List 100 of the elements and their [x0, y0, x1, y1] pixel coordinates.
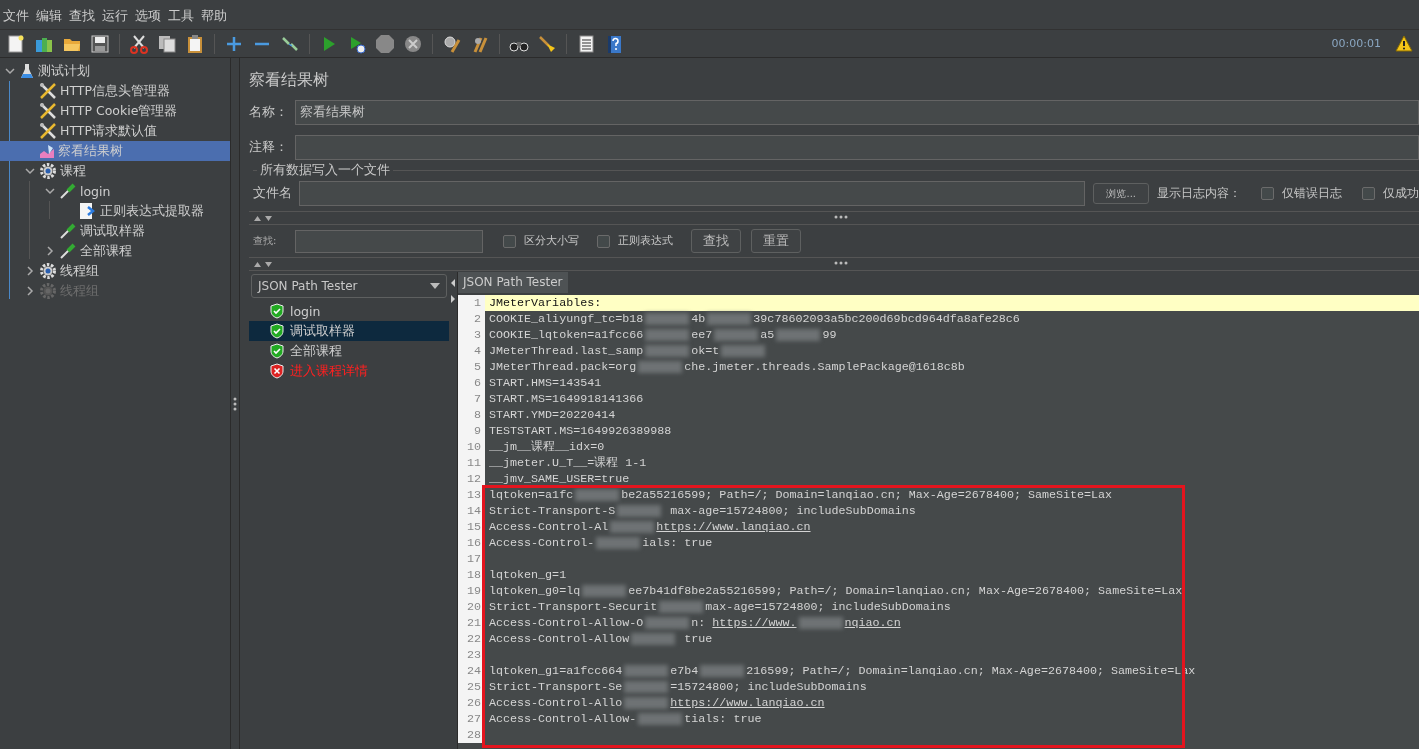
- checkbox[interactable]: [1362, 187, 1375, 200]
- new-file-icon[interactable]: [6, 33, 26, 54]
- broom-gear-icon[interactable]: [442, 33, 462, 54]
- tree-row[interactable]: 全部课程: [0, 241, 230, 261]
- code-text: max-age=15724800; includeSubDomains: [669, 503, 916, 519]
- filename-field[interactable]: [299, 181, 1086, 206]
- arrows-icon[interactable]: [450, 278, 456, 304]
- line-number: 8: [458, 407, 485, 423]
- blurred-text: [714, 329, 759, 341]
- tree-row[interactable]: 课程: [0, 161, 230, 181]
- link[interactable]: https://www.: [712, 615, 797, 631]
- elapsed-time: 00:00:01: [1331, 37, 1381, 50]
- result-item[interactable]: login: [249, 301, 449, 321]
- collapse-arrows-icon[interactable]: [253, 214, 273, 222]
- code-text: JMeterVariables:: [489, 295, 602, 311]
- tree-row[interactable]: 测试计划: [0, 61, 230, 81]
- tree-item-label: 测试计划: [38, 62, 90, 80]
- tree-row[interactable]: 线程组: [0, 261, 230, 281]
- tree-row[interactable]: HTTP Cookie管理器: [0, 101, 230, 121]
- reset-button[interactable]: 重置: [751, 229, 801, 253]
- field-label: 注释：: [249, 139, 287, 156]
- collapse-arrows-icon[interactable]: [253, 260, 273, 268]
- menu-item[interactable]: 编辑: [36, 8, 62, 25]
- tree-item-label: HTTP请求默认值: [60, 122, 157, 140]
- code-text: lqtoken_g1=a1fcc664: [489, 663, 623, 679]
- menu-item[interactable]: 运行: [102, 8, 128, 25]
- grip-dots-icon[interactable]: [834, 215, 848, 219]
- menu-item[interactable]: 文件: [3, 8, 29, 25]
- menu-item[interactable]: 帮助: [201, 8, 227, 25]
- link[interactable]: nqiao.cn: [844, 615, 901, 631]
- document-arrow-icon: [79, 202, 97, 220]
- tree-item-label: 正则表达式提取器: [100, 202, 204, 220]
- tools-icon: [39, 122, 57, 140]
- code-text: ok=t: [691, 343, 720, 359]
- result-item[interactable]: 调试取样器: [249, 321, 449, 341]
- panel-title: 察看结果树: [249, 70, 330, 91]
- chevron-icon[interactable]: [44, 245, 56, 257]
- search-field[interactable]: [295, 229, 483, 253]
- name-field[interactable]: 察看结果树: [295, 100, 1419, 125]
- broom-icon[interactable]: [537, 33, 557, 54]
- tree-row[interactable]: 正则表达式提取器: [0, 201, 230, 221]
- line-number: 2: [458, 311, 485, 327]
- code-text: =15724800; includeSubDomains: [670, 679, 867, 695]
- chevron-icon[interactable]: [44, 185, 56, 197]
- tools-icon: [39, 82, 57, 100]
- code-text: Access-Control-Allow-O: [489, 615, 644, 631]
- menu-item[interactable]: 选项: [135, 8, 161, 25]
- code-text: START.HMS=143541: [489, 375, 602, 391]
- blurred-text: [638, 361, 683, 373]
- result-item[interactable]: 全部课程: [249, 341, 449, 361]
- checkbox[interactable]: [1261, 187, 1274, 200]
- line-number: 1: [458, 295, 485, 311]
- code-text: be2a55216599; Path=/; Domain=lanqiao.cn; Max-Age=2678400; SameSite=Lax: [621, 487, 1113, 503]
- pipette-icon: [59, 182, 77, 200]
- line-number: 12: [458, 471, 485, 487]
- browse-button[interactable]: 浏览...: [1093, 183, 1149, 204]
- menu-item[interactable]: 工具: [168, 8, 194, 25]
- search-button[interactable]: 查找: [691, 229, 741, 253]
- code-text: lqtoken=a1fc: [489, 487, 574, 503]
- field-label: 文件名: [253, 185, 291, 202]
- link[interactable]: https://www.lanqiao.cn: [656, 519, 811, 535]
- chevron-icon[interactable]: [24, 265, 36, 277]
- code-text: 99: [822, 327, 837, 343]
- tree-item-label: HTTP Cookie管理器: [60, 102, 178, 120]
- scissors-icon[interactable]: [129, 33, 149, 54]
- comment-field[interactable]: [295, 135, 1419, 160]
- stop-icon[interactable]: [375, 33, 395, 54]
- link[interactable]: https://www.lanqiao.cn: [670, 695, 825, 711]
- menu-item[interactable]: 查找: [69, 8, 95, 25]
- search-label: 查找:: [253, 234, 278, 248]
- checkbox[interactable]: [597, 234, 610, 248]
- shutdown-icon[interactable]: [403, 33, 423, 54]
- blurred-text: [575, 489, 620, 501]
- tab[interactable]: JSON Path Tester: [458, 272, 568, 293]
- grip-dots-icon[interactable]: [233, 396, 237, 411]
- tree-row[interactable]: 调试取样器: [0, 221, 230, 241]
- gear-icon: [39, 262, 57, 280]
- chevron-icon[interactable]: [4, 65, 16, 77]
- code-text: __jmeter.U_T__=课程 1-1: [489, 455, 647, 471]
- blurred-text: [582, 585, 627, 597]
- checkbox[interactable]: [503, 234, 516, 248]
- gear-icon: [39, 282, 57, 300]
- tree-item-label: 察看结果树: [58, 142, 123, 160]
- list-icon[interactable]: [576, 33, 596, 54]
- code-text: e7b4: [670, 663, 699, 679]
- code-text: Access-Control-Al: [489, 519, 609, 535]
- chevron-icon[interactable]: [24, 165, 36, 177]
- tree-row[interactable]: login: [0, 181, 230, 201]
- tree-row[interactable]: HTTP请求默认值: [0, 121, 230, 141]
- warning-icon[interactable]: [1395, 35, 1413, 52]
- save-icon[interactable]: [90, 33, 110, 54]
- grip-dots-icon[interactable]: [834, 261, 848, 265]
- copy-icon[interactable]: [157, 33, 177, 54]
- renderer-dropdown[interactable]: JSON Path Tester: [251, 274, 447, 298]
- code-text: Strict-Transport-S: [489, 503, 616, 519]
- code-text: JMeterThread.pack=org: [489, 359, 637, 375]
- clipboard-icon[interactable]: [185, 33, 205, 54]
- line-number: 7: [458, 391, 485, 407]
- tree-row[interactable]: HTTP信息头管理器: [0, 81, 230, 101]
- chart-icon: [39, 143, 55, 159]
